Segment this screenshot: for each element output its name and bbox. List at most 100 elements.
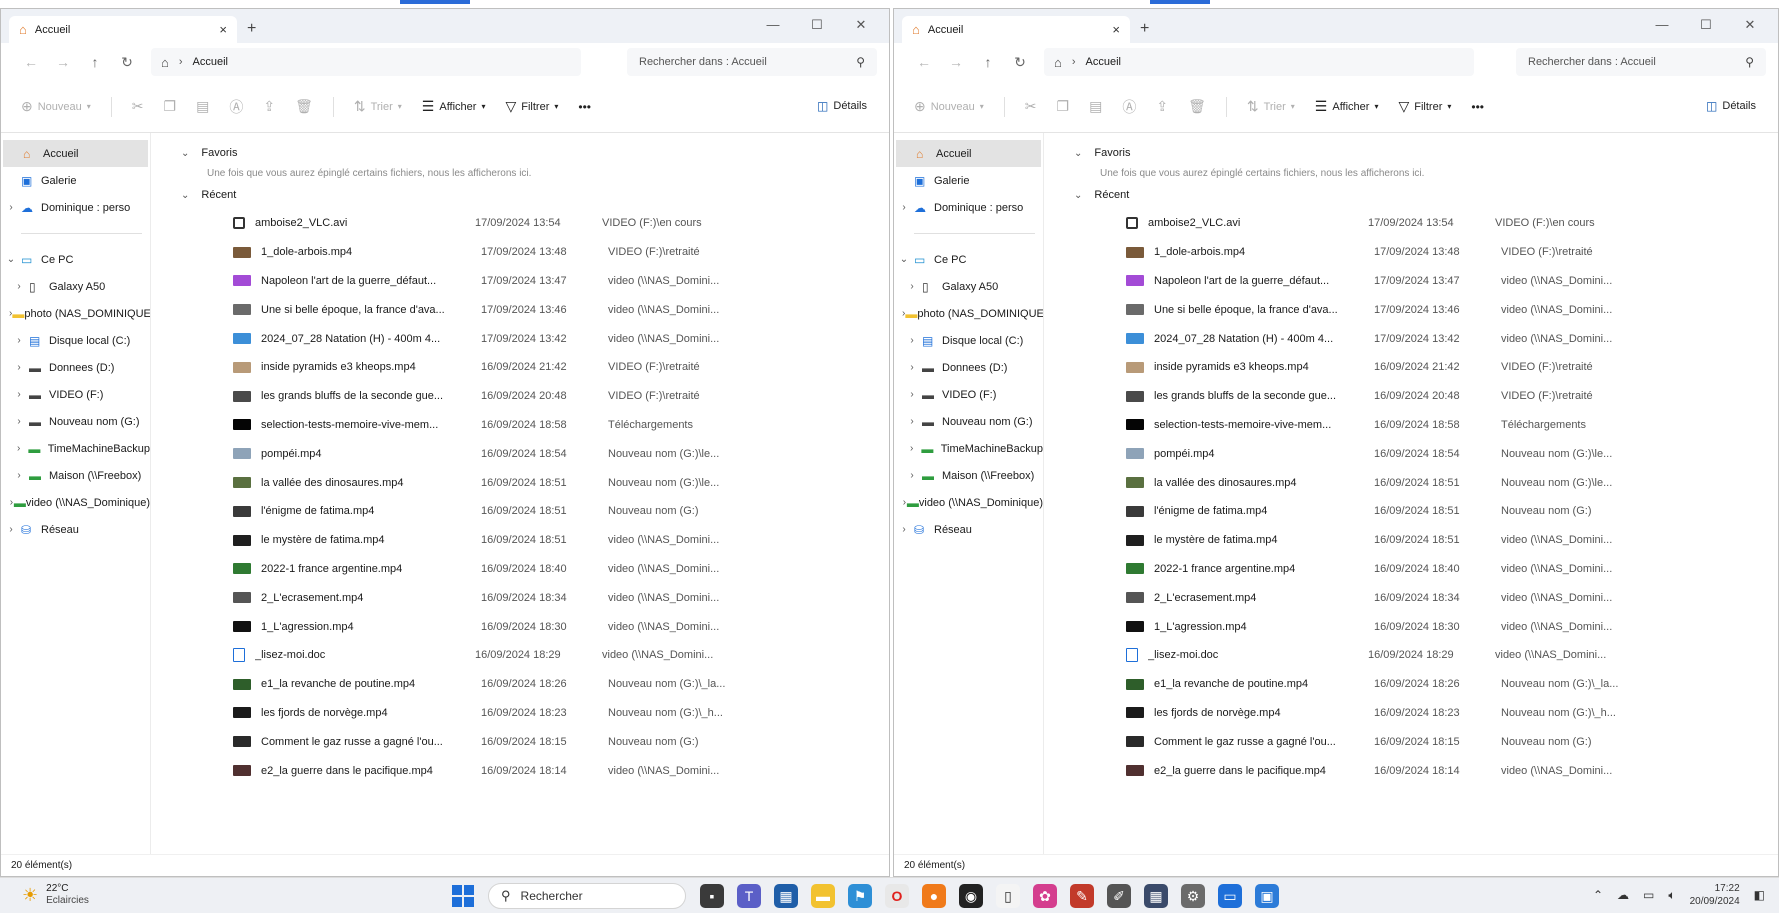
filter-button[interactable]: ▽ Filtrer ▾ xyxy=(1398,98,1451,115)
file-row[interactable]: pompéi.mp4 16/09/2024 18:54 Nouveau nom (G… xyxy=(1044,439,1778,468)
task-view-icon[interactable]: ▪ xyxy=(700,884,724,908)
recent-header[interactable]: ⌄ Récent xyxy=(151,185,889,205)
more-options-button[interactable]: ••• xyxy=(1471,100,1484,114)
sidebar-item-drive[interactable]: › ▬ Donnees (D:) xyxy=(1,354,150,381)
monitor-icon[interactable]: ▭ xyxy=(1218,884,1242,908)
address-bar[interactable]: ⌂ › Accueil xyxy=(151,48,581,76)
file-row[interactable]: 1_L'agression.mp4 16/09/2024 18:30 video (… xyxy=(151,612,889,641)
sidebar-item-drive[interactable]: › ▬ Maison (\\Freebox) xyxy=(1,462,150,489)
sidebar-item-drive[interactable]: › ▬ video (\\NAS_Dominique) xyxy=(894,489,1043,516)
chevron-right-icon[interactable]: › xyxy=(902,389,922,400)
view-button[interactable]: ☰ Afficher ▾ xyxy=(1315,98,1379,115)
pencil-icon[interactable]: ✎ xyxy=(1070,884,1094,908)
chevron-right-icon[interactable]: › xyxy=(9,470,29,481)
file-row[interactable]: 2022-1 france argentine.mp4 16/09/2024 18… xyxy=(1044,555,1778,584)
file-row[interactable]: e1_la revanche de poutine.mp4 16/09/2024 … xyxy=(1044,670,1778,699)
file-row[interactable]: amboise2_VLC.avi 17/09/2024 13:54 VIDEO (F… xyxy=(151,209,889,238)
sidebar-item-drive[interactable]: › ▬ VIDEO (F:) xyxy=(894,381,1043,408)
file-row[interactable]: pompéi.mp4 16/09/2024 18:54 Nouveau nom (G… xyxy=(151,439,889,468)
sidebar-item-drive[interactable]: › ▯ Galaxy A50 xyxy=(1,273,150,300)
chevron-right-icon[interactable]: › xyxy=(902,335,922,346)
title-bar[interactable]: ⌂ Accueil × + — ☐ ✕ xyxy=(894,9,1778,43)
sidebar-item-drive[interactable]: › ▬ video (\\NAS_Dominique) xyxy=(1,489,150,516)
file-row[interactable]: la vallée des dinosaures.mp4 16/09/2024 1… xyxy=(1044,468,1778,497)
back-icon[interactable]: ← xyxy=(15,54,47,70)
chevron-down-icon[interactable]: ⌄ xyxy=(894,254,914,265)
copy-button[interactable]: ❐ xyxy=(1057,98,1070,115)
file-row[interactable]: _lisez-moi.doc 16/09/2024 18:29 video (\\N… xyxy=(1044,641,1778,670)
minimize-icon[interactable]: — xyxy=(1640,13,1684,37)
cut-button[interactable]: ✂ xyxy=(1025,98,1037,115)
paste-button[interactable]: ▤ xyxy=(1089,98,1102,115)
file-row[interactable]: inside pyramids e3 kheops.mp4 16/09/2024 … xyxy=(151,353,889,382)
file-row[interactable]: e2_la guerre dans le pacifique.mp4 16/09/… xyxy=(151,756,889,785)
maximize-icon[interactable]: ☐ xyxy=(795,13,839,37)
close-window-icon[interactable]: ✕ xyxy=(839,13,883,37)
sidebar-item-drive[interactable]: › ▬ Donnees (D:) xyxy=(894,354,1043,381)
store-icon[interactable]: ▦ xyxy=(774,884,798,908)
sidebar-item-ce-pc[interactable]: ⌄ ▭ Ce PC xyxy=(894,246,1043,273)
close-window-icon[interactable]: ✕ xyxy=(1728,13,1772,37)
remote-desktop-icon[interactable]: ▣ xyxy=(1255,884,1279,908)
chevron-down-icon[interactable]: ⌄ xyxy=(1,254,21,265)
sidebar-item-onedrive[interactable]: › ☁ Dominique : perso xyxy=(1,194,150,221)
chevron-right-icon[interactable]: › xyxy=(894,524,914,535)
file-row[interactable]: 1_L'agression.mp4 16/09/2024 18:30 video (… xyxy=(1044,612,1778,641)
media-player-icon[interactable]: ◉ xyxy=(959,884,983,908)
forward-icon[interactable]: → xyxy=(940,54,972,70)
file-row[interactable]: l'énigme de fatima.mp4 16/09/2024 18:51 No… xyxy=(1044,497,1778,526)
sort-button[interactable]: ⇅ Trier ▾ xyxy=(1247,98,1295,115)
sidebar-item-drive[interactable]: › ▤ Disque local (C:) xyxy=(1,327,150,354)
onedrive-cloud-icon[interactable]: ☁ xyxy=(1617,888,1629,902)
breadcrumb[interactable]: Accueil xyxy=(1086,56,1121,68)
view-button[interactable]: ☰ Afficher ▾ xyxy=(422,98,486,115)
chevron-right-icon[interactable]: › xyxy=(9,335,29,346)
chevron-right-icon[interactable]: › xyxy=(9,416,29,427)
sidebar-item-reseau[interactable]: › ⛁ Réseau xyxy=(1,516,150,543)
taskbar-search[interactable]: ⚲ Rechercher xyxy=(488,883,686,909)
chevron-right-icon[interactable]: › xyxy=(894,202,914,213)
file-row[interactable]: les grands bluffs de la seconde gue... 16… xyxy=(1044,382,1778,411)
delete-button[interactable]: 🗑 xyxy=(295,98,313,115)
new-tab-button[interactable]: + xyxy=(1140,20,1149,38)
rename-button[interactable]: Ⓐ xyxy=(229,97,243,117)
file-row[interactable]: Comment le gaz russe a gagné l'ou... 16/0… xyxy=(151,727,889,756)
paste-button[interactable]: ▤ xyxy=(196,98,209,115)
refresh-icon[interactable]: ↻ xyxy=(111,54,143,71)
teams-icon[interactable]: T xyxy=(737,884,761,908)
search-input[interactable]: Rechercher dans : Accueil ⚲ xyxy=(1516,48,1766,76)
back-icon[interactable]: ← xyxy=(908,54,940,70)
photos-icon[interactable]: ✿ xyxy=(1033,884,1057,908)
new-button[interactable]: ⊕ Nouveau ▾ xyxy=(21,98,91,115)
chevron-right-icon[interactable]: › xyxy=(9,281,29,292)
chevron-right-icon[interactable]: › xyxy=(9,443,28,454)
file-row[interactable]: l'énigme de fatima.mp4 16/09/2024 18:51 No… xyxy=(151,497,889,526)
filter-button[interactable]: ▽ Filtrer ▾ xyxy=(505,98,558,115)
cut-button[interactable]: ✂ xyxy=(132,98,144,115)
sidebar-item-drive[interactable]: › ▬ TimeMachineBackup xyxy=(894,435,1043,462)
file-row[interactable]: Une si belle époque, la france d'ava... 1… xyxy=(151,295,889,324)
sidebar-item-accueil[interactable]: ⌂ Accueil xyxy=(3,140,148,167)
chevron-right-icon[interactable]: › xyxy=(902,362,922,373)
paint-icon[interactable]: ✐ xyxy=(1107,884,1131,908)
sidebar-item-drive[interactable]: › ▬ Nouveau nom (G:) xyxy=(1,408,150,435)
sidebar-item-drive[interactable]: › ▬ photo (NAS_DOMINIQUE) xyxy=(894,300,1043,327)
opera-icon[interactable]: O xyxy=(885,884,909,908)
file-row[interactable]: _lisez-moi.doc 16/09/2024 18:29 video (\\N… xyxy=(151,641,889,670)
chevron-right-icon[interactable]: › xyxy=(902,443,921,454)
file-row[interactable]: selection-tests-memoire-vive-mem... 16/09… xyxy=(151,411,889,440)
file-row[interactable]: selection-tests-memoire-vive-mem... 16/09… xyxy=(1044,411,1778,440)
file-row[interactable]: la vallée des dinosaures.mp4 16/09/2024 1… xyxy=(151,468,889,497)
file-row[interactable]: Une si belle époque, la france d'ava... 1… xyxy=(1044,295,1778,324)
breadcrumb[interactable]: Accueil xyxy=(193,56,228,68)
title-bar[interactable]: ⌂ Accueil × + — ☐ ✕ xyxy=(1,9,889,43)
file-explorer-icon[interactable]: ▬ xyxy=(811,884,835,908)
sidebar-item-accueil[interactable]: ⌂ Accueil xyxy=(896,140,1041,167)
file-row[interactable]: 2024_07_28 Natation (H) - 400m 4... 17/09… xyxy=(1044,324,1778,353)
notepad-icon[interactable]: ▯ xyxy=(996,884,1020,908)
file-row[interactable]: les fjords de norvège.mp4 16/09/2024 18:2… xyxy=(1044,699,1778,728)
close-tab-icon[interactable]: × xyxy=(1112,22,1120,37)
sidebar-item-drive[interactable]: › ▬ TimeMachineBackup xyxy=(1,435,150,462)
favorites-header[interactable]: ⌄ Favoris xyxy=(1044,143,1778,163)
chevron-right-icon[interactable]: › xyxy=(902,470,922,481)
